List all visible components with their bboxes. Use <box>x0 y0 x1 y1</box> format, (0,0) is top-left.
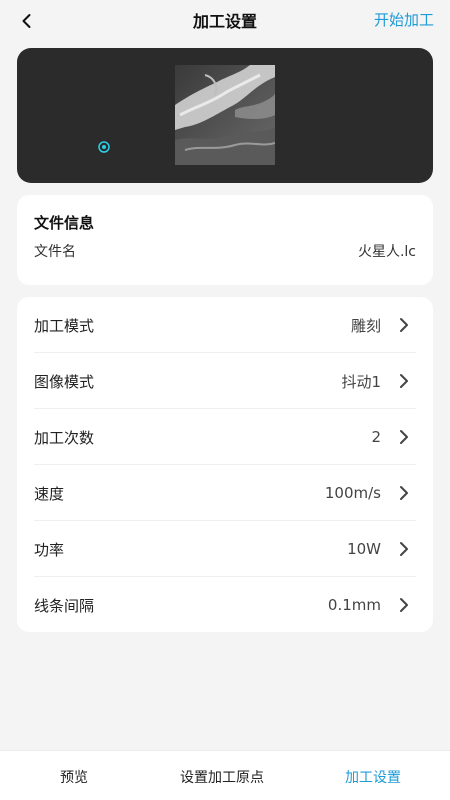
setting-row-power[interactable]: 功率 10W <box>17 521 433 577</box>
setting-label: 功率 <box>34 540 65 559</box>
setting-row-speed[interactable]: 速度 100m/s <box>17 465 433 521</box>
setting-value: 100m/s <box>324 484 381 502</box>
preview-canvas[interactable] <box>17 48 433 183</box>
file-name-label: 文件名 <box>34 244 76 260</box>
chevron-right-icon <box>400 542 408 556</box>
setting-value: 0.1mm <box>327 596 381 614</box>
setting-row-processing-mode[interactable]: 加工模式 雕刻 <box>17 297 433 353</box>
file-name-value: 火星人.lc <box>357 244 416 260</box>
setting-label: 速度 <box>34 484 65 503</box>
app-root: 加工设置 开始加工 文件信息 文件名 火星人.lc 加工模式 雕刻 图像模式 抖… <box>0 0 450 800</box>
tab-processing-settings[interactable]: 加工设置 <box>345 767 401 787</box>
setting-value: 抖动1 <box>341 372 381 391</box>
chevron-right-icon <box>400 486 408 500</box>
start-processing-button[interactable]: 开始加工 <box>374 9 434 30</box>
setting-value: 2 <box>371 428 381 446</box>
tab-preview[interactable]: 预览 <box>60 767 88 787</box>
tab-set-origin[interactable]: 设置加工原点 <box>180 767 264 787</box>
setting-row-image-mode[interactable]: 图像模式 抖动1 <box>17 353 433 409</box>
target-icon[interactable] <box>97 140 111 154</box>
processing-settings-card: 加工模式 雕刻 图像模式 抖动1 加工次数 2 速度 100m/s 功率 10W <box>17 297 433 632</box>
processing-image-thumbnail[interactable] <box>175 65 275 165</box>
setting-value: 雕刻 <box>350 316 381 335</box>
chevron-right-icon <box>400 318 408 332</box>
top-nav-bar: 加工设置 开始加工 <box>0 0 450 40</box>
chevron-right-icon <box>400 430 408 444</box>
back-button[interactable] <box>14 8 40 34</box>
bottom-tab-bar: 预览 设置加工原点 加工设置 <box>0 750 450 800</box>
setting-label: 线条间隔 <box>34 596 95 615</box>
file-name-row: 文件名 火星人.lc <box>34 241 416 261</box>
file-info-card: 文件信息 文件名 火星人.lc <box>17 195 433 285</box>
setting-label: 加工次数 <box>34 428 95 447</box>
chevron-right-icon <box>400 598 408 612</box>
chevron-right-icon <box>400 374 408 388</box>
setting-label: 图像模式 <box>34 372 95 391</box>
file-info-title: 文件信息 <box>34 214 95 232</box>
setting-label: 加工模式 <box>34 316 95 335</box>
setting-value: 10W <box>347 540 381 558</box>
chevron-left-icon <box>22 14 31 28</box>
page-title: 加工设置 <box>192 12 257 31</box>
setting-row-pass-count[interactable]: 加工次数 2 <box>17 409 433 465</box>
setting-row-line-interval[interactable]: 线条间隔 0.1mm <box>17 577 433 633</box>
